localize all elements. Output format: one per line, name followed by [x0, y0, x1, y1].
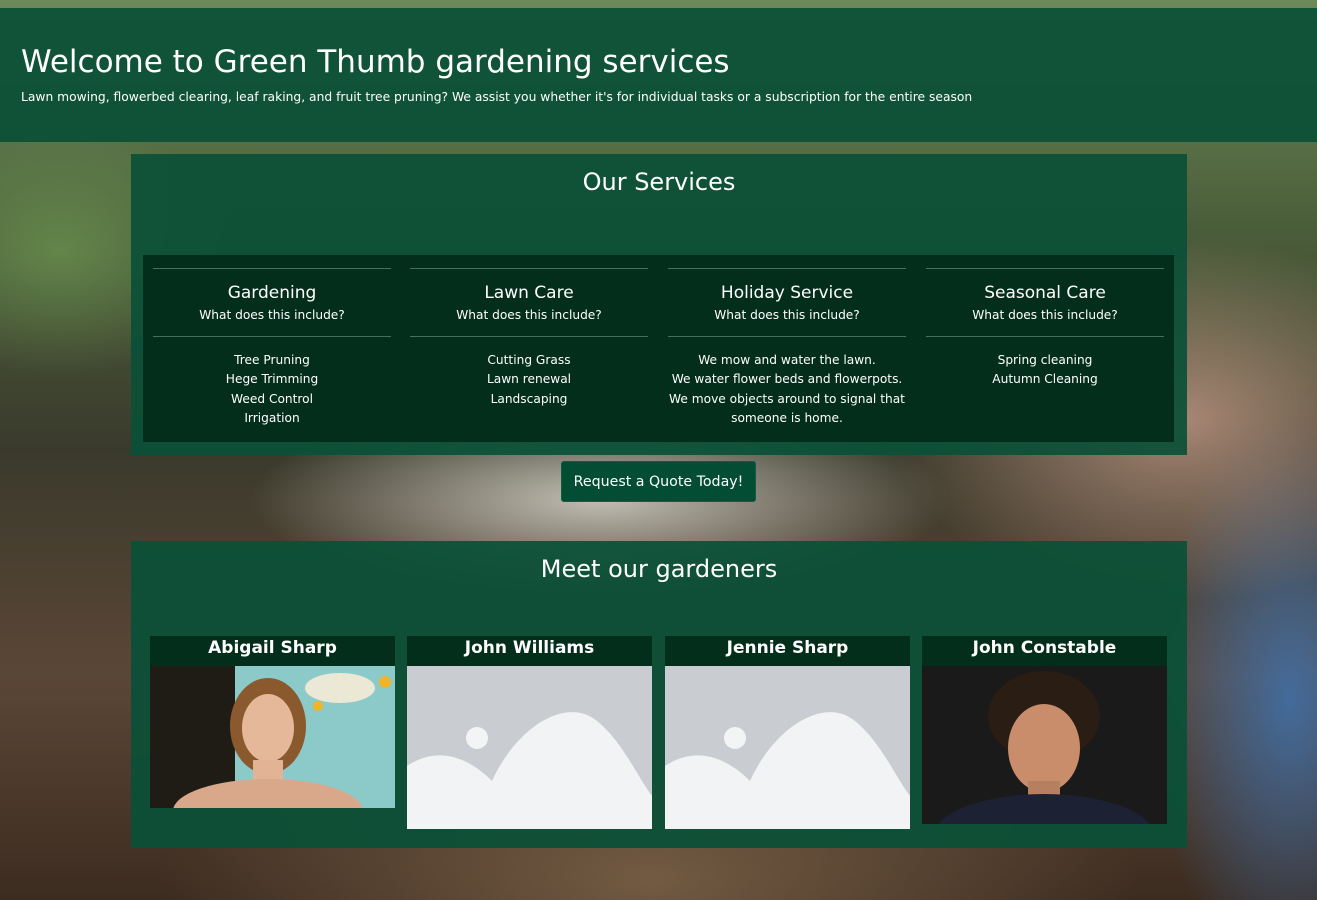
site-header: Welcome to Green Thumb gardening service…	[0, 8, 1317, 142]
service-list-item: Tree Pruning	[234, 353, 310, 367]
service-card-lawn-care: Lawn Care What does this include? Cuttin…	[410, 268, 648, 409]
service-title: Seasonal Care	[984, 283, 1106, 303]
service-list: Spring cleaning Autumn Cleaning	[926, 351, 1164, 390]
service-list-item: We mow and water the lawn.	[698, 353, 876, 367]
gardener-name: John Williams	[407, 636, 652, 666]
service-list-item: Spring cleaning	[997, 353, 1093, 367]
page-subtitle: Lawn mowing, flowerbed clearing, leaf ra…	[21, 90, 973, 104]
service-list-item: Irrigation	[244, 410, 300, 425]
service-list-item: We water flower beds and flowerpots.	[671, 372, 903, 387]
service-list: Tree Pruning Hege Trimming Weed Control …	[153, 351, 391, 428]
divider	[668, 268, 906, 269]
service-list-item: Lawn renewal	[486, 372, 572, 387]
service-subtitle: What does this include?	[199, 308, 345, 322]
gardener-card: Abigail Sharp	[150, 636, 395, 808]
gardeners-heading: Meet our gardeners	[540, 555, 778, 583]
service-list-item: Autumn Cleaning	[992, 372, 1098, 387]
gardener-card: Jennie Sharp	[665, 636, 910, 829]
divider	[926, 336, 1164, 337]
services-section: Our Services Gardening What does this in…	[131, 154, 1187, 455]
service-card-holiday: Holiday Service What does this include? …	[668, 268, 906, 428]
services-heading: Our Services	[582, 168, 736, 196]
divider	[668, 336, 906, 337]
divider	[926, 268, 1164, 269]
service-list-item: Cutting Grass	[487, 353, 571, 367]
divider	[153, 268, 391, 269]
service-list-item: We move objects around to signal that	[669, 391, 905, 406]
divider	[153, 336, 391, 337]
gardener-card: John Williams	[407, 636, 652, 829]
service-list: We mow and water the lawn. We water flow…	[668, 351, 906, 428]
image-placeholder-icon	[407, 666, 652, 829]
gardener-photo	[922, 666, 1167, 824]
service-title: Gardening	[227, 283, 317, 303]
services-grid: Gardening What does this include? Tree P…	[143, 255, 1174, 442]
service-list-item: Hege Trimming	[225, 372, 319, 387]
divider	[410, 268, 648, 269]
service-subtitle: What does this include?	[456, 308, 602, 322]
gardener-name: Abigail Sharp	[150, 636, 395, 666]
page-title: Welcome to Green Thumb gardening service…	[21, 44, 730, 80]
service-card-seasonal: Seasonal Care What does this include? Sp…	[926, 268, 1164, 390]
gardener-card: John Constable	[922, 636, 1167, 824]
service-card-gardening: Gardening What does this include? Tree P…	[153, 268, 391, 428]
service-list-item: someone is home.	[731, 410, 843, 425]
service-title: Holiday Service	[720, 283, 854, 303]
service-list-item: Landscaping	[490, 391, 568, 406]
gardeners-section: Meet our gardeners Abigail Sharp John Wi…	[131, 541, 1187, 848]
gardener-photo	[150, 666, 395, 808]
divider	[410, 336, 648, 337]
request-quote-button[interactable]: Request a Quote Today!	[561, 461, 756, 502]
gardener-name: Jennie Sharp	[665, 636, 910, 666]
service-list: Cutting Grass Lawn renewal Landscaping	[410, 351, 648, 409]
image-placeholder-icon	[665, 666, 910, 829]
service-subtitle: What does this include?	[972, 308, 1118, 322]
service-subtitle: What does this include?	[714, 308, 860, 322]
service-title: Lawn Care	[484, 283, 574, 303]
service-list-item: Weed Control	[231, 391, 313, 406]
gardener-name: John Constable	[922, 636, 1167, 666]
